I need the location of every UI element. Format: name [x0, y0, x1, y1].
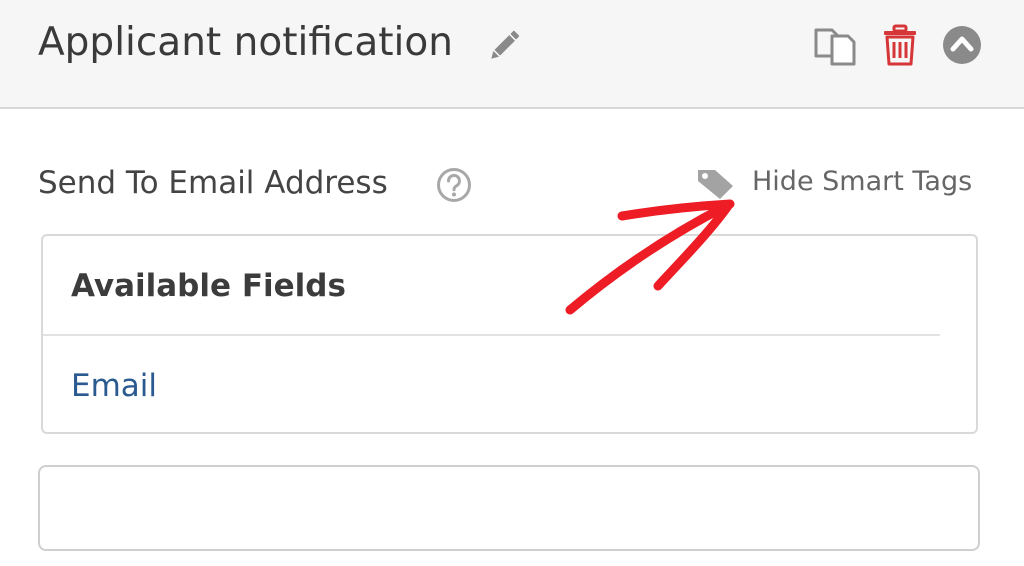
notification-settings-panel: Applicant notification Send To Email Add…: [0, 0, 1024, 566]
tag-icon: [698, 170, 733, 199]
panel-divider: [43, 334, 940, 336]
notification-header: Applicant notification: [0, 0, 1024, 109]
send-to-email-input[interactable]: [38, 465, 980, 551]
duplicate-icon[interactable]: [812, 24, 860, 68]
question-circle-icon[interactable]: [436, 167, 472, 203]
trash-icon[interactable]: [880, 23, 920, 67]
hide-smart-tags-label: Hide Smart Tags: [752, 166, 973, 197]
available-fields-heading: Available Fields: [71, 268, 346, 304]
chevron-up-circle-icon[interactable]: [941, 24, 983, 66]
send-to-email-label: Send To Email Address: [38, 165, 388, 201]
pencil-icon[interactable]: [484, 26, 524, 66]
notification-title: Applicant notification: [38, 20, 453, 65]
smart-tag-email[interactable]: Email: [71, 368, 157, 404]
hide-smart-tags-toggle[interactable]: Hide Smart Tags: [694, 160, 994, 210]
smart-tags-panel: Available Fields Email: [41, 234, 978, 434]
